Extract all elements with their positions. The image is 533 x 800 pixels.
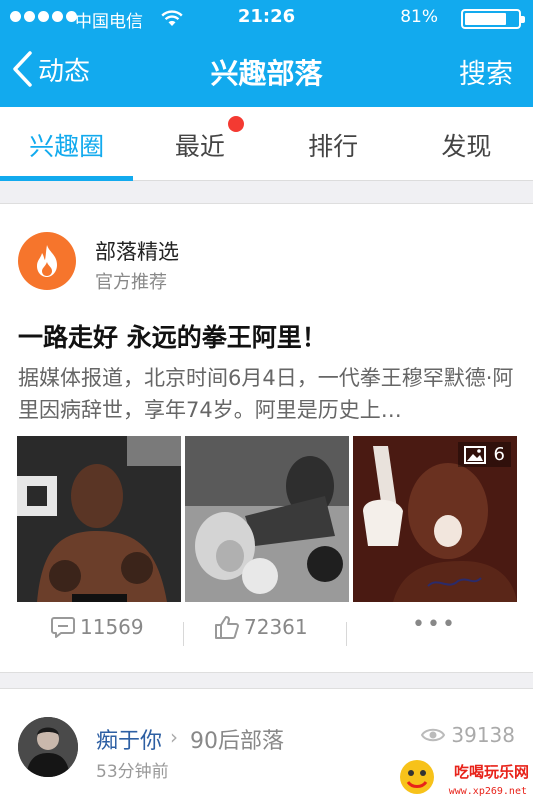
post-body[interactable]: 据媒体报道，北京时间6月4日，一代拳王穆罕默德·阿里因病辞世，享年74岁。阿里是… bbox=[18, 362, 518, 426]
tab-interest-circle[interactable]: 兴趣圈 bbox=[0, 107, 134, 181]
battery-icon bbox=[461, 9, 525, 29]
source-avatar[interactable] bbox=[18, 232, 76, 290]
like-button[interactable]: 72361 bbox=[214, 614, 308, 640]
notification-badge bbox=[228, 116, 244, 132]
page-title: 兴趣部落 bbox=[210, 57, 323, 90]
more-icon[interactable]: ••• bbox=[412, 612, 457, 637]
watermark-logo bbox=[400, 760, 434, 794]
post-photo-1[interactable] bbox=[17, 436, 181, 602]
user-name[interactable]: 痴于你 bbox=[96, 723, 162, 755]
image-count-badge: 6 bbox=[457, 442, 511, 467]
battery-fill bbox=[465, 13, 507, 25]
tab-discover[interactable]: 发现 bbox=[400, 107, 533, 180]
post-title[interactable]: 一路走好 永远的拳王阿里！ bbox=[18, 318, 327, 354]
clock: 21:26 bbox=[237, 6, 296, 27]
chevron-right-icon: › bbox=[170, 725, 178, 749]
watermark-url: www.xp269.net bbox=[448, 786, 527, 797]
battery-percent: 81% bbox=[400, 7, 438, 27]
eye-icon bbox=[421, 728, 446, 742]
comment-button[interactable]: 11569 bbox=[50, 614, 144, 640]
post-actions: 11569 72361 ••• bbox=[0, 612, 533, 654]
source-name[interactable]: 部落精选 bbox=[95, 236, 179, 266]
like-count: 72361 bbox=[244, 615, 308, 639]
status-bar: 中国电信 21:26 81% bbox=[0, 0, 533, 36]
view-count: 39138 bbox=[421, 723, 515, 747]
tab-bar: 兴趣圈 最近 排行 发现 bbox=[0, 107, 533, 181]
post-photo-2[interactable] bbox=[185, 436, 349, 602]
fire-icon bbox=[37, 245, 57, 277]
post-card[interactable]: 部落精选 官方推荐 一路走好 永远的拳王阿里！ 据媒体报道，北京时间6月4日，一… bbox=[0, 203, 533, 673]
comment-icon bbox=[51, 617, 75, 638]
post-photo-3[interactable]: 6 bbox=[353, 436, 517, 602]
nav-bar: 动态 兴趣部落 搜索 bbox=[0, 36, 533, 107]
image-count: 6 bbox=[493, 444, 505, 465]
thumbs-up-icon bbox=[215, 616, 239, 639]
post-time: 53分钟前 bbox=[96, 762, 169, 782]
search-button[interactable]: 搜索 bbox=[459, 52, 513, 91]
source-subtitle: 官方推荐 bbox=[95, 272, 167, 293]
site-watermark: 吃喝玩乐网 www.xp269.net bbox=[395, 754, 533, 800]
action-divider bbox=[346, 622, 347, 646]
user-avatar[interactable] bbox=[18, 717, 78, 777]
group-name[interactable]: 90后部落 bbox=[190, 723, 284, 755]
image-gallery-icon bbox=[463, 445, 486, 464]
tab-ranking[interactable]: 排行 bbox=[267, 107, 400, 180]
action-divider bbox=[183, 622, 184, 646]
top-bar: 中国电信 21:26 81% 动态 兴趣部落 搜索 bbox=[0, 0, 533, 107]
watermark-text: 吃喝玩乐网 bbox=[453, 763, 529, 781]
tab-recent[interactable]: 最近 bbox=[133, 107, 266, 180]
view-count-value: 39138 bbox=[451, 723, 515, 747]
comment-count: 11569 bbox=[80, 615, 144, 639]
